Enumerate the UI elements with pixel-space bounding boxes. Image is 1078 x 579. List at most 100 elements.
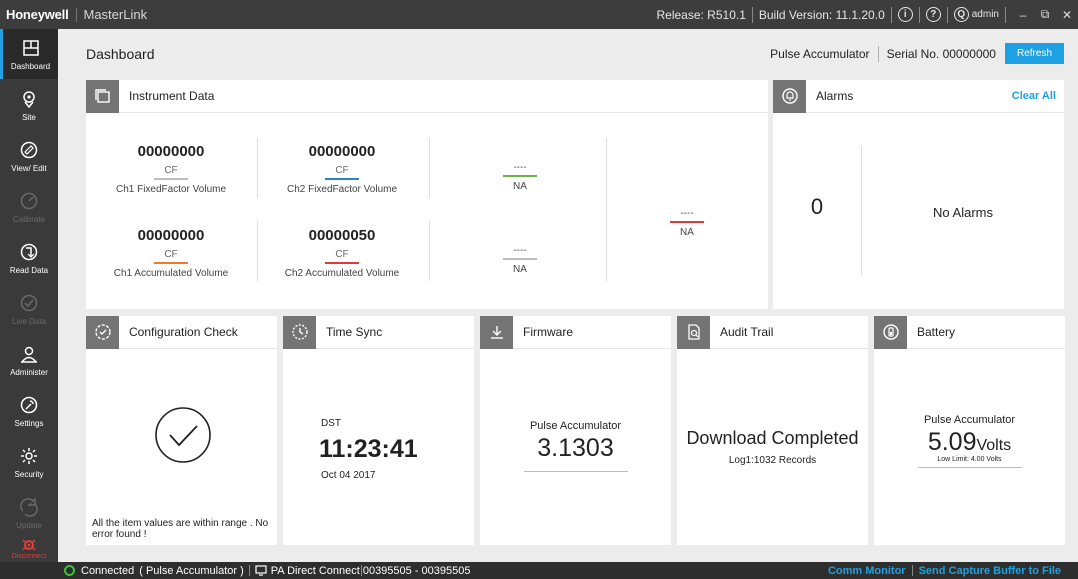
volume-label: Ch1 FixedFactor Volume: [115, 184, 227, 195]
title-divider: [890, 6, 892, 23]
sidebar-item-label: Settings: [14, 418, 44, 428]
volume-label: Ch2 Accumulated Volume: [284, 268, 400, 279]
volume-label: Ch2 FixedFactor Volume: [286, 184, 398, 195]
page-title: Dashboard: [86, 45, 155, 62]
battery-unit: Volts: [976, 437, 1012, 454]
title-bar: Honeywell MasterLink Release: R510.1 Bui…: [0, 0, 1078, 29]
battery-reading: 5.09Volts: [874, 428, 1065, 457]
panel-header: Audit Trail: [677, 315, 868, 349]
comm-monitor-link[interactable]: Comm Monitor: [828, 565, 906, 577]
unused-value-bottom: ---- NA: [435, 245, 605, 275]
status-bar-right: Comm Monitor Send Capture Buffer to File: [828, 565, 1078, 577]
audit-status: Download Completed: [686, 428, 859, 448]
calibrate-icon: [20, 192, 38, 209]
value-label: NA: [513, 181, 527, 192]
sidebar: Dashboard Site View/ Edit Calibrate Read…: [0, 29, 58, 562]
status-divider: [248, 565, 250, 576]
volume-unit: CF: [164, 249, 178, 260]
sidebar-item-site[interactable]: Site: [0, 80, 58, 130]
sidebar-item-label: Dashboard: [10, 61, 51, 71]
audit-trail-icon: [677, 315, 710, 349]
panel-title: Battery: [917, 325, 956, 339]
sidebar-item-live-data[interactable]: Live Data: [0, 284, 58, 334]
sidebar-item-label: Calibrate: [12, 214, 45, 224]
sidebar-item-administer[interactable]: Administer: [0, 335, 58, 385]
volume-unit: CF: [335, 249, 349, 260]
dst-label: DST: [321, 418, 341, 429]
instrument-icon: [86, 79, 119, 113]
firmware-version: 3.1303: [537, 434, 614, 462]
value-label: NA: [513, 264, 527, 275]
config-message: All the item values are within range . N…: [92, 518, 269, 540]
title-bar-right: Release: R510.1 Build Version: 11.1.20.0…: [656, 0, 1078, 29]
administer-icon: [21, 346, 37, 363]
sidebar-item-security[interactable]: Security: [0, 437, 58, 487]
sidebar-item-label: Administer: [10, 367, 48, 377]
channel-color-bar: [670, 221, 704, 223]
time-sync-icon: [283, 315, 316, 349]
brand-logo: Honeywell: [6, 7, 69, 22]
channel-color-bar: [154, 178, 188, 180]
connected-device: ( Pulse Accumulator ): [139, 564, 244, 577]
alarms-panel: Alarms Clear All 0 No Alarms: [773, 79, 1064, 309]
user-menu[interactable]: Q admin: [953, 7, 999, 22]
battery-icon: [874, 315, 907, 349]
close-button[interactable]: ✕: [1056, 0, 1078, 29]
sidebar-item-label: View/ Edit: [11, 163, 47, 173]
sidebar-item-calibrate[interactable]: Calibrate: [0, 182, 58, 232]
time-sync-panel: Time Sync DST 11:23:41 Oct 04 2017: [283, 315, 474, 545]
restore-button[interactable]: ⧉: [1034, 0, 1056, 29]
user-icon: Q: [953, 7, 969, 22]
divider: [918, 467, 1022, 468]
firmware-panel: Firmware Pulse Accumulator 3.1303: [480, 315, 671, 545]
volume-unit: CF: [335, 165, 349, 176]
sidebar-item-update[interactable]: Update: [0, 488, 58, 538]
empty-value: ----: [513, 245, 527, 256]
connection-port: 00395505 - 00395505: [362, 564, 471, 577]
sidebar-item-settings[interactable]: Settings: [0, 386, 58, 436]
connected-icon: [64, 565, 75, 576]
config-check-icon: [86, 315, 119, 349]
title-divider: [1005, 6, 1006, 23]
refresh-button[interactable]: Refresh: [1004, 43, 1064, 64]
view-edit-icon: [20, 141, 38, 158]
alarm-count: 0: [810, 194, 824, 219]
clear-all-link[interactable]: Clear All: [1012, 90, 1064, 102]
sidebar-item-read-data[interactable]: Read Data: [0, 233, 58, 283]
battery-panel: Battery Pulse Accumulator 5.09Volts Low …: [874, 315, 1065, 545]
serial-number: Serial No. 00000000: [886, 46, 996, 61]
disconnect-button[interactable]: Disconnect: [0, 532, 58, 562]
sync-date: Oct 04 2017: [321, 470, 376, 481]
panel-header: Time Sync: [283, 315, 474, 349]
title-divider: [75, 7, 77, 22]
disconnect-label: Disconnect: [11, 553, 47, 560]
unused-value-right: ---- NA: [602, 208, 772, 238]
sidebar-item-label: Read Data: [9, 265, 49, 275]
sync-time: 11:23:41: [319, 435, 418, 463]
panel-header: Instrument Data: [86, 79, 768, 113]
firmware-device: Pulse Accumulator: [529, 420, 622, 432]
connection-status: Connected: [81, 564, 135, 577]
disconnect-icon: [22, 539, 36, 551]
build-label: Build Version: 11.1.20.0: [758, 7, 885, 22]
app-name: MasterLink: [83, 7, 148, 22]
minimize-button[interactable]: –: [1012, 0, 1034, 29]
help-icon[interactable]: ?: [925, 7, 941, 22]
channel-color-bar: [325, 178, 359, 180]
info-icon[interactable]: i: [897, 7, 913, 22]
volume-value: 00000000: [137, 227, 205, 244]
panel-title: Time Sync: [326, 325, 383, 339]
check-circle-icon: [155, 407, 211, 463]
send-capture-buffer-link[interactable]: Send Capture Buffer to File: [919, 565, 1061, 577]
title-divider: [751, 6, 753, 23]
battery-voltage: 5.09: [927, 428, 977, 456]
channel-color-bar: [503, 258, 537, 260]
value-label: NA: [680, 227, 694, 238]
channel-color-bar: [154, 262, 188, 264]
sidebar-item-dashboard[interactable]: Dashboard: [0, 29, 58, 79]
channel-color-bar: [503, 175, 537, 177]
sidebar-item-view-edit[interactable]: View/ Edit: [0, 131, 58, 181]
sidebar-item-label: Live Data: [12, 316, 46, 326]
sidebar-item-label: Update: [16, 520, 42, 530]
download-icon: [480, 315, 513, 349]
